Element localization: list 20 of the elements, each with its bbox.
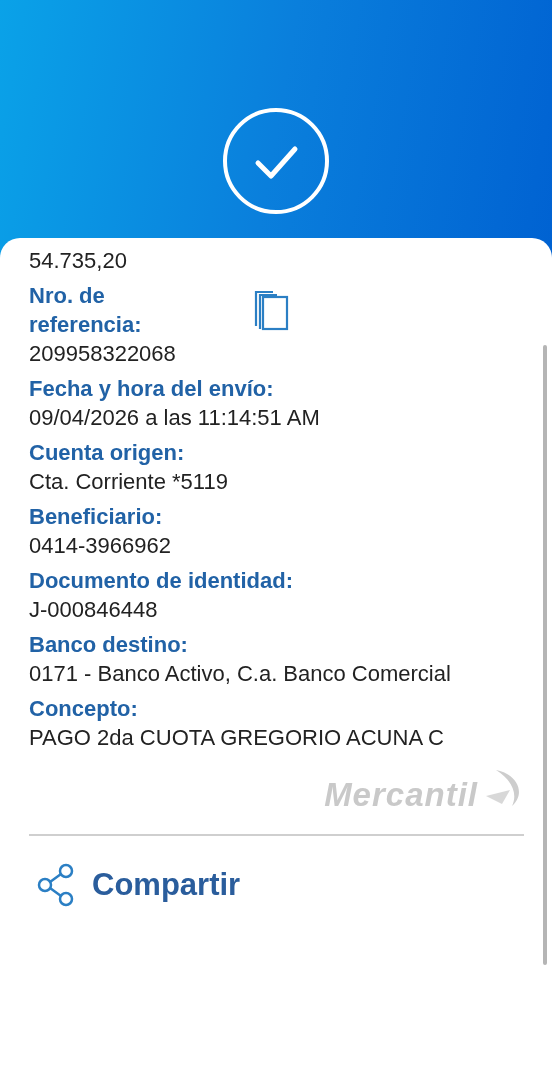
field-value: 54.735,20: [29, 247, 128, 275]
field-label: Nro. de referencia:: [29, 282, 143, 339]
field-label: Beneficiario:: [29, 503, 163, 531]
field-value: Cta. Corriente *5119: [29, 468, 229, 496]
share-icon[interactable]: [36, 862, 76, 907]
field-value: 209958322068: [29, 340, 177, 368]
share-button[interactable]: Compartir: [92, 861, 241, 908]
scrollbar[interactable]: [543, 345, 547, 965]
field-label: Banco destino:: [29, 631, 188, 659]
field-value: 09/04/2026 a las 11:14:51 AM: [29, 404, 321, 432]
field-value: PAGO 2da CUOTA GREGORIO ACUNA C: [29, 724, 445, 752]
copy-icon[interactable]: [254, 289, 290, 331]
field-label: Cuenta origen:: [29, 439, 185, 467]
field-value: 0414-3966962: [29, 532, 172, 560]
field-label: Concepto:: [29, 695, 138, 723]
field-value: J-000846448: [29, 596, 159, 624]
field-label: Fecha y hora del envío:: [29, 375, 274, 403]
field-value: 0171 - Banco Activo, C.a. Banco Comercial: [29, 660, 452, 688]
field-label: Documento de identidad:: [29, 567, 293, 595]
checkmark-icon: [222, 107, 330, 215]
